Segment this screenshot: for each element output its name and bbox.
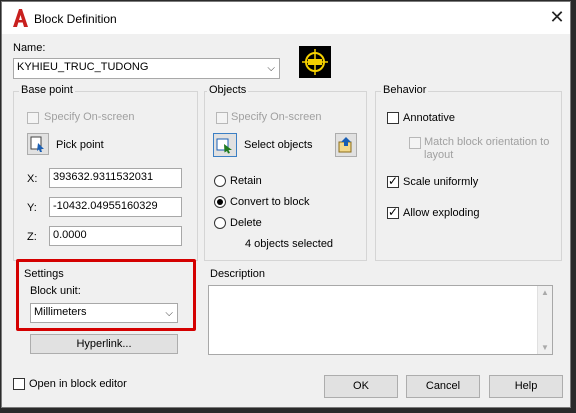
objects-specify-onscreen-label: Specify On-screen [231, 111, 322, 123]
quick-select-button[interactable] [335, 133, 357, 157]
settings-title: Settings [24, 268, 64, 280]
retain-label: Retain [230, 175, 262, 187]
description-textarea[interactable]: ▲ ▼ [208, 285, 553, 355]
select-objects-icon [216, 138, 232, 154]
delete-label: Delete [230, 217, 262, 229]
name-label: Name: [13, 42, 46, 54]
convert-to-block-label: Convert to block [230, 196, 310, 208]
pick-point-label: Pick point [56, 139, 104, 151]
x-input[interactable]: 393632.9311532031 [49, 168, 182, 188]
name-combobox[interactable]: KYHIEU_TRUC_TUDONG ⌵ [13, 58, 280, 79]
scale-uniformly-checkbox[interactable] [387, 174, 399, 188]
block-unit-dropdown[interactable]: Millimeters ⌵ [30, 303, 178, 323]
quick-select-icon [338, 137, 352, 153]
title-bar: Block Definition ✕ [2, 2, 570, 34]
y-label: Y: [27, 202, 37, 214]
objects-selected-count: 4 objects selected [245, 238, 334, 250]
allow-exploding-checkbox[interactable] [387, 205, 399, 219]
description-scrollbar[interactable]: ▲ ▼ [537, 286, 552, 354]
block-definition-dialog: Block Definition ✕ Name: KYHIEU_TRUC_TUD… [1, 1, 571, 408]
help-button[interactable]: Help [489, 375, 563, 398]
ok-button[interactable]: OK [324, 375, 398, 398]
annotative-label: Annotative [403, 112, 455, 124]
allow-exploding-label: Allow exploding [403, 207, 480, 219]
open-in-block-editor-checkbox[interactable] [13, 378, 25, 390]
delete-radio[interactable] [214, 217, 226, 229]
chevron-down-icon[interactable]: ⌵ [165, 308, 173, 319]
objects-specify-onscreen-checkbox[interactable] [216, 112, 228, 124]
match-orientation-checkbox[interactable] [409, 137, 421, 149]
close-icon[interactable]: ✕ [548, 8, 566, 26]
autocad-app-icon [13, 9, 28, 27]
z-input[interactable]: 0.0000 [49, 226, 182, 246]
base-point-title: Base point [19, 84, 75, 96]
base-specify-onscreen-label: Specify On-screen [44, 111, 135, 123]
scale-uniformly-label: Scale uniformly [403, 176, 479, 188]
y-input[interactable]: -10432.04955160329 [49, 197, 182, 217]
objects-title: Objects [207, 84, 249, 96]
hyperlink-button[interactable]: Hyperlink... [30, 334, 178, 354]
name-value: KYHIEU_TRUC_TUDONG [17, 61, 149, 73]
match-orientation-label: Match block orientation to layout [424, 136, 550, 161]
chevron-down-icon[interactable]: ⌵ [267, 63, 275, 74]
pick-point-icon [30, 136, 44, 152]
scroll-down-icon[interactable]: ▼ [541, 343, 549, 352]
scroll-up-icon[interactable]: ▲ [541, 288, 549, 297]
dialog-title: Block Definition [34, 12, 117, 26]
x-label: X: [27, 173, 38, 185]
block-preview [299, 46, 331, 78]
retain-radio[interactable] [214, 175, 226, 187]
block-unit-label: Block unit: [30, 285, 81, 297]
cancel-button[interactable]: Cancel [406, 375, 480, 398]
block-unit-value: Millimeters [34, 306, 87, 318]
pick-point-button[interactable] [27, 133, 49, 155]
z-label: Z: [27, 231, 37, 243]
annotative-checkbox[interactable] [387, 112, 399, 124]
behavior-title: Behavior [381, 84, 429, 96]
select-objects-label: Select objects [244, 139, 313, 151]
convert-to-block-radio[interactable] [214, 196, 226, 208]
open-in-block-editor-label: Open in block editor [29, 378, 127, 390]
description-title: Description [210, 268, 266, 280]
select-objects-button[interactable] [213, 133, 237, 157]
base-specify-onscreen-checkbox[interactable] [27, 112, 39, 124]
block-preview-symbol-icon [302, 49, 328, 75]
